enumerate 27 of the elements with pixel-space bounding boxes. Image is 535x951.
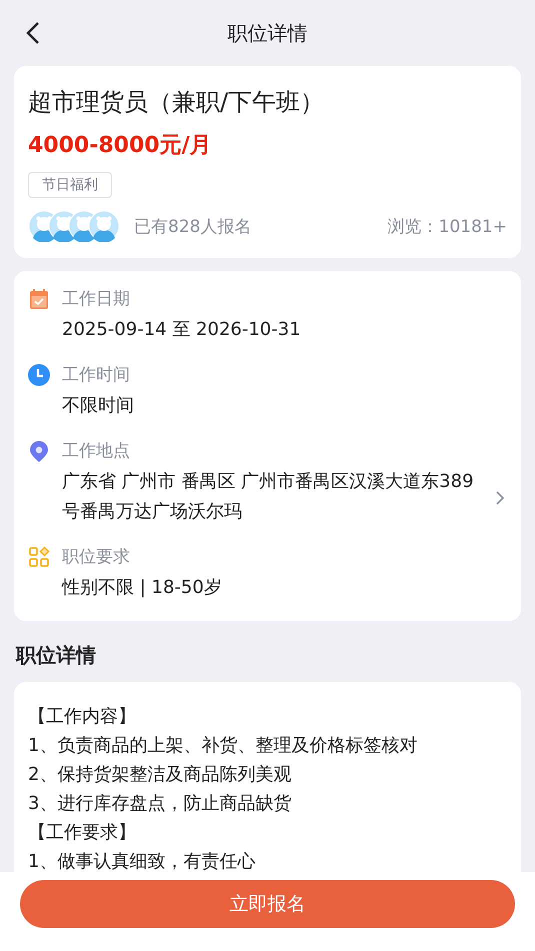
calendar-icon [28, 288, 50, 310]
info-value: 不限时间 [62, 394, 135, 418]
info-label: 工作日期 [62, 288, 131, 311]
info-label: 工作地点 [62, 440, 131, 463]
info-value: 性别不限 | 18-50岁 [62, 576, 223, 600]
back-icon [26, 21, 40, 45]
description-line: 3、进行库存盘点，防止商品缺货 [28, 792, 292, 816]
info-label: 工作时间 [62, 364, 131, 387]
clock-icon [28, 364, 50, 386]
info-value[interactable]: 广东省 广州市 番禺区 广州市番禺区汉溪大道东389号番禺万达广场沃尔玛 [62, 467, 481, 527]
section-heading: 职位详情 [16, 642, 97, 669]
description-line: 【工作要求】 [28, 821, 137, 845]
info-label: 职位要求 [62, 546, 131, 569]
job-title: 超市理货员（兼职/下午班） [28, 87, 326, 118]
benefit-tag: 节日福利 [28, 172, 112, 198]
description-line: 1、负责商品的上架、补货、整理及价格标签核对 [28, 734, 418, 758]
applicant-count: 已有828人报名 [134, 216, 252, 238]
description-line: 1、做事认真细致，有责任心 [28, 850, 256, 872]
description-line: 【工作内容】 [28, 705, 137, 729]
avatar-icon [88, 210, 120, 242]
salary: 4000-8000元/月 [28, 132, 213, 160]
description-line: 2、保持货架整洁及商品陈列美观 [28, 763, 292, 787]
page-title: 职位详情 [228, 20, 308, 46]
info-value: 2025-09-14 至 2026-10-31 [62, 318, 302, 342]
view-count: 浏览：10181+ [388, 216, 507, 238]
grid-icon [28, 546, 50, 568]
location-pin-icon [28, 440, 50, 462]
